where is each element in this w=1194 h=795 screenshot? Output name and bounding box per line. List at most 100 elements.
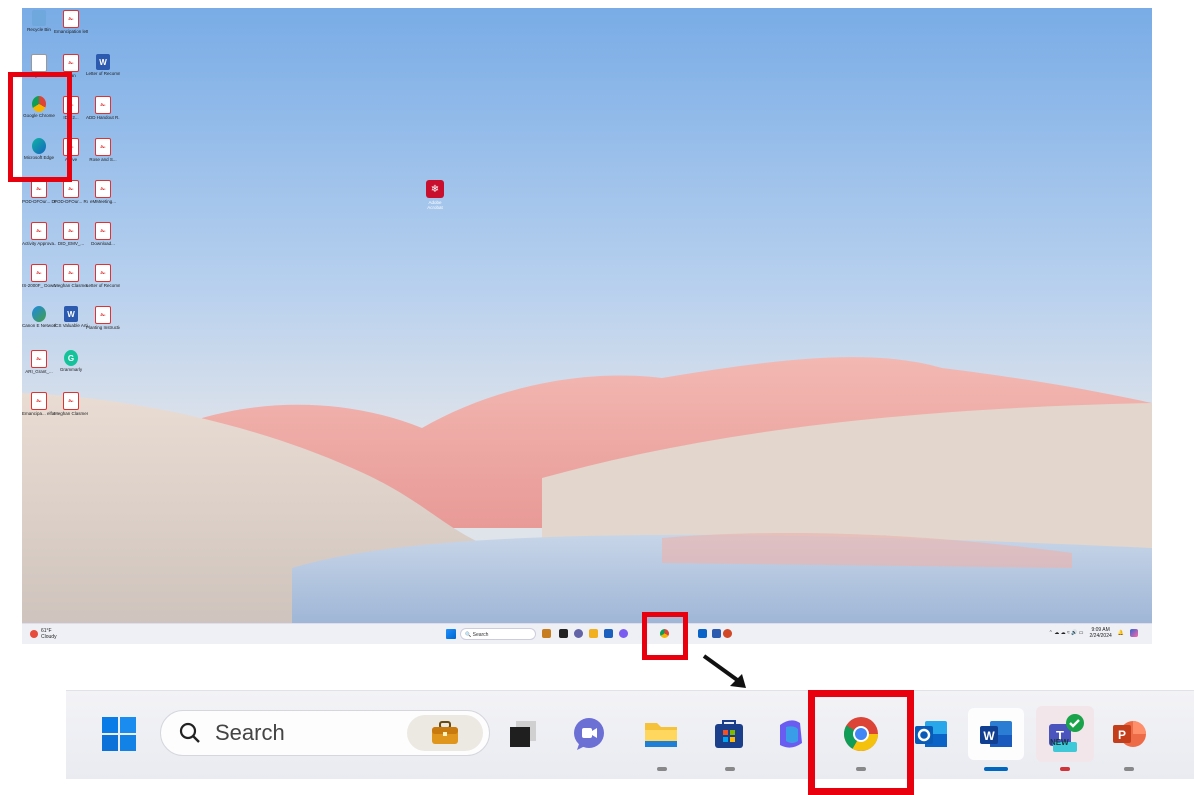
pdf-icon: ✁ [63,10,79,28]
word-icon: W [64,306,78,322]
desktop-icon-grammarly[interactable]: G Grammarly [56,350,86,372]
pdf-icon: ✁ [31,180,47,198]
grammarly-icon: G [64,350,78,366]
teams-button[interactable]: T NEW [1036,706,1094,762]
mini-outlook-icon[interactable] [698,629,707,638]
clock[interactable]: 9:09 AM 2/24/2024 [1090,627,1112,639]
desktop-icon-pdf[interactable]: ✁ ARI_Grant_... [24,350,54,374]
folder-icon [645,723,677,747]
task-view-button[interactable] [504,715,542,753]
pointer-arrow-icon [702,654,746,688]
windows-logo-icon [102,717,136,751]
copilot-tray-icon[interactable] [1130,629,1138,637]
running-indicator [725,767,735,771]
desktop-icon-pdf[interactable]: ✁ eMMeeting... [88,180,118,204]
copilot-button[interactable] [772,715,810,753]
desktop-icon-pdf[interactable]: ✁POD-DFOur... Download... [22,180,56,204]
desktop-icon-label: POD-DFOur... Download... [22,199,56,204]
pdf-icon: ✁ [63,54,79,72]
highlight-box-chrome [808,690,914,795]
mini-task-view-icon[interactable] [559,629,568,638]
desktop-icon-label: Activity Approva... [22,241,56,246]
desktop-icon-label: Rose and S... [89,157,117,162]
mini-powerpoint-icon[interactable] [723,629,732,638]
running-indicator [1124,767,1134,771]
pdf-icon: ✁ [31,264,47,282]
mini-start-button[interactable] [446,629,456,639]
desktop-icon-label: IS-2000F_ Download... [22,283,56,288]
pdf-icon: ✁ [31,392,47,410]
desktop-icon-pdf[interactable]: ✁ DID_EMV_... [56,222,86,246]
desktop-icon-word[interactable]: WLetter of Recommen... [86,54,120,76]
mini-folder-icon[interactable] [589,629,598,638]
weather-condition: Cloudy [41,634,57,640]
canon-icon [32,306,46,322]
file-explorer-button[interactable] [642,715,680,753]
desktop-icon-label: Letter of Recommen... [86,71,120,76]
mini-meet-icon[interactable] [574,629,583,638]
bin-icon [32,10,46,26]
running-indicator [657,767,667,771]
mini-word-icon[interactable] [712,629,721,638]
store-button[interactable] [710,715,748,753]
desktop-icon-adobe-acrobat[interactable]: ❄ Adobe Acrobat [423,180,447,210]
desktop-icon-pdf[interactable]: ✁Meghan Clasmen -... [54,392,88,416]
briefcase-icon [432,721,458,744]
desktop-icon-pdf[interactable]: ✁Planting Instructions [86,306,120,330]
pdf-icon: ✁ [95,180,111,198]
desktop-icon-word[interactable]: WICS Valuable Article_Mi... [54,306,88,328]
weather-widget[interactable]: 61°F Cloudy [30,628,57,640]
desktop-icon-label: ARI_Grant_... [25,369,53,374]
notification-bell-icon[interactable]: 🔔 [1118,630,1124,636]
desktop-icon-pdf[interactable]: ✁ Activity Approva... [22,222,56,246]
search-placeholder: Search [215,720,285,745]
pdf-icon: ✁ [95,264,111,282]
desktop-icon-label: Grammarly [59,367,83,372]
svg-text:P: P [1118,728,1126,742]
search-icon [179,722,200,743]
desktop-icon-label: Emancipation letter [54,29,88,34]
desktop-icon-pdf[interactable]: ✁Emancipa... elfare letter... [22,392,56,416]
pdf-icon: ✁ [95,138,111,156]
desktop-icon-pdf[interactable]: ✁IS-2000F_ Download... [22,264,56,288]
copilot-icon [780,720,802,748]
desktop-icon-pdf[interactable]: ✁Emancipation letter [54,10,88,34]
start-button[interactable] [100,715,138,753]
mini-search-box[interactable]: 🔍 Search [460,628,536,640]
desktop-icon-canon[interactable]: Canon E Network Tool [22,306,56,328]
outlook-button[interactable] [912,715,950,753]
mini-store-icon[interactable] [604,629,613,638]
desktop-icon-pdf[interactable]: ✁ ADD Handout R... [86,96,120,120]
desktop-icon-label: Letter of Recomme... [86,283,120,288]
desktop-icon-pdf[interactable]: ✁Letter of Recomme... [86,264,120,288]
desktop-icon-pdf[interactable]: ✁ Download... [88,222,118,246]
desktop-icon-label: POD-DFOur... Rose and ... [54,199,88,204]
word-icon: W [980,721,1012,747]
desktop-icon-label: ICS Valuable Article_Mi... [54,323,88,328]
mini-copilot-icon[interactable] [619,629,628,638]
pdf-icon: ✁ [63,264,79,282]
desktop-icon-pdf[interactable]: ✁ Rose and S... [88,138,118,162]
word-button[interactable]: W [968,708,1024,760]
search-highlight-briefcase[interactable] [407,715,483,751]
desktop-icon-label: Meghan Clasmen -... [54,411,88,416]
mini-briefcase-icon[interactable] [542,629,551,638]
adobe-acrobat-icon: ❄ [426,180,444,198]
tray-icons[interactable]: ⌃ ☁ ☁ ≈ 🔊 ▭ [1049,630,1084,636]
desktop-icon-label: Download... [91,241,115,246]
desktop-icon-label: Adobe Acrobat [427,200,443,210]
task-view-icon [510,721,536,747]
store-icon [715,720,743,748]
desktop-icon-label: DID_EMV_... [57,241,85,246]
desktop-icon-bin[interactable]: Recycle Bin [24,10,54,32]
desktop-icon-label: Planting Instructions [86,325,120,330]
search-box[interactable]: Search [160,710,490,756]
desktop-icon-pdf[interactable]: ✁Meghan Clasmen E... [54,264,88,288]
svg-text:W: W [983,729,995,743]
powerpoint-button[interactable]: P [1110,715,1148,753]
desktop-icon-label: Recycle Bin [27,27,51,32]
meet-now-button[interactable] [570,715,608,753]
highlight-box-mini-chrome [642,612,688,660]
desktop-icon-pdf[interactable]: ✁POD-DFOur... Rose and ... [54,180,88,204]
outlook-icon [915,721,947,747]
